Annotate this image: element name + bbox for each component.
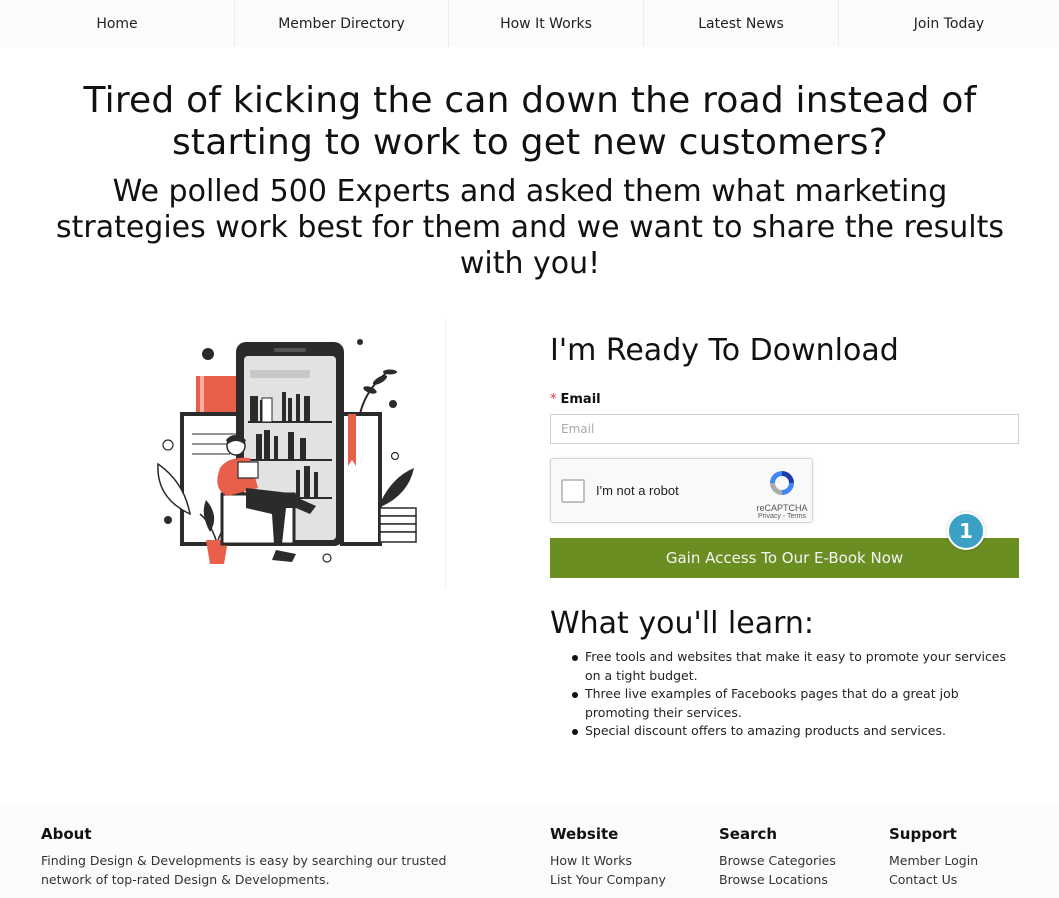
nav-how-it-works[interactable]: How It Works — [449, 0, 644, 47]
illustration-panel — [60, 318, 446, 588]
footer-search-heading: Search — [719, 825, 778, 843]
recaptcha-checkbox[interactable] — [561, 479, 585, 503]
footer-link-contact-us[interactable]: Contact Us — [889, 870, 978, 889]
learn-item: Free tools and websites that make it eas… — [570, 648, 1022, 685]
footer-link-browse-categories[interactable]: Browse Categories — [719, 851, 836, 870]
nav-join-today[interactable]: Join Today — [839, 0, 1059, 47]
learn-title: What you'll learn: — [550, 606, 815, 641]
footer-link-list-your-company[interactable]: List Your Company — [550, 870, 666, 889]
footer-link-browse-locations[interactable]: Browse Locations — [719, 870, 836, 889]
footer-support: Support Member Login Contact Us — [889, 825, 978, 889]
email-input[interactable] — [550, 414, 1019, 444]
nav-latest-news[interactable]: Latest News — [644, 0, 839, 47]
footer-website-heading: Website — [550, 825, 619, 843]
hero-title: Tired of kicking the can down the road i… — [83, 80, 977, 163]
footer-search: Search Browse Categories Browse Location… — [719, 825, 836, 889]
form-title: I'm Ready To Download — [550, 333, 899, 368]
footer-about-heading: About — [41, 825, 92, 843]
footer-about: About Finding Design & Developments is e… — [41, 825, 461, 889]
top-navigation: Home Member Directory How It Works Lates… — [0, 0, 1059, 47]
recaptcha-links[interactable]: Privacy - Terms — [756, 513, 808, 520]
recaptcha-widget: I'm not a robot reCAPTCHA Privacy - Term… — [550, 458, 813, 523]
email-label-text: Email — [560, 392, 601, 407]
nav-home[interactable]: Home — [0, 0, 235, 47]
recaptcha-logo: reCAPTCHA Privacy - Terms — [756, 468, 808, 520]
nav-member-directory[interactable]: Member Directory — [235, 0, 449, 47]
required-mark: * — [550, 392, 557, 407]
person-reading-on-phone-illustration — [157, 339, 417, 564]
recaptcha-brand: reCAPTCHA — [756, 503, 808, 513]
gain-access-button[interactable]: Gain Access To Our E-Book Now — [550, 538, 1019, 578]
learn-list: Free tools and websites that make it eas… — [570, 648, 1022, 741]
recaptcha-icon — [770, 471, 794, 495]
recaptcha-label: I'm not a robot — [596, 483, 679, 498]
footer: About Finding Design & Developments is e… — [0, 805, 1059, 898]
footer-website: Website How It Works List Your Company — [550, 825, 666, 889]
learn-item: Special discount offers to amazing produ… — [570, 722, 1022, 741]
footer-link-member-login[interactable]: Member Login — [889, 851, 978, 870]
footer-about-text: Finding Design & Developments is easy by… — [41, 853, 447, 887]
learn-item: Three live examples of Facebooks pages t… — [570, 685, 1022, 722]
step-badge: 1 — [947, 512, 985, 550]
footer-link-how-it-works[interactable]: How It Works — [550, 851, 666, 870]
hero-subtitle: We polled 500 Experts and asked them wha… — [55, 174, 1005, 281]
footer-support-heading: Support — [889, 825, 957, 843]
email-label: * Email — [550, 392, 601, 407]
